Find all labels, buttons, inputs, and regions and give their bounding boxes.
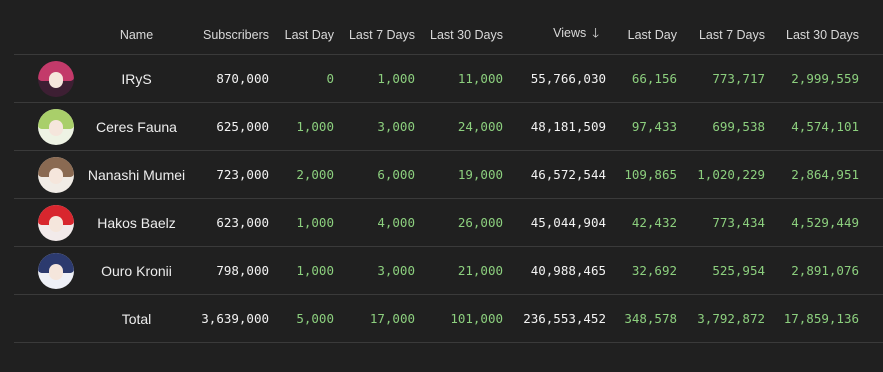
channel-name[interactable]: Ceres Fauna xyxy=(74,102,199,151)
total-row: Total 3,639,000 5,000 17,000 101,000 236… xyxy=(14,294,883,343)
views-last-30-cell: 2,864,951 xyxy=(765,150,859,199)
header-sub-last-day[interactable]: Last Day xyxy=(269,16,334,55)
subscribers-cell: 723,000 xyxy=(199,150,269,199)
header-views-last-day[interactable]: Last Day xyxy=(606,16,677,55)
subscribers-cell: 625,000 xyxy=(199,102,269,151)
channel-name[interactable]: Ouro Kronii xyxy=(74,246,199,295)
table-row[interactable]: Ceres Fauna 625,000 1,000 3,000 24,000 48,181… xyxy=(14,102,883,151)
table-row[interactable]: Ouro Kronii 798,000 1,000 3,000 21,000 40,988… xyxy=(14,246,883,295)
avatar[interactable] xyxy=(38,252,74,289)
total-sub-30: 101,000 xyxy=(415,294,503,343)
table-row[interactable]: Hakos Baelz 623,000 1,000 4,000 26,000 45,044… xyxy=(14,198,883,247)
total-sub-day: 5,000 xyxy=(269,294,334,343)
subscribers-cell: 870,000 xyxy=(199,54,269,103)
sub-last-7-cell: 1,000 xyxy=(334,54,415,103)
sub-last-day-cell: 0 xyxy=(269,54,334,103)
header-views[interactable]: Views 🡓 xyxy=(503,16,606,55)
views-last-7-cell: 1,020,229 xyxy=(677,150,765,199)
views-cell: 48,181,509 xyxy=(503,102,606,151)
views-last-7-cell: 773,434 xyxy=(677,198,765,247)
header-sub-last-7[interactable]: Last 7 Days xyxy=(334,16,415,55)
header-subscribers[interactable]: Subscribers xyxy=(199,16,269,55)
sub-last-day-cell: 1,000 xyxy=(269,246,334,295)
sub-last-day-cell: 2,000 xyxy=(269,150,334,199)
channel-name[interactable]: IRyS xyxy=(74,54,199,103)
avatar[interactable] xyxy=(38,108,74,145)
views-last-day-cell: 109,865 xyxy=(606,150,677,199)
sub-last-30-cell: 11,000 xyxy=(415,54,503,103)
table-row[interactable]: IRyS 870,000 0 1,000 11,000 55,766,030 66,156 7… xyxy=(14,54,883,103)
views-last-30-cell: 2,891,076 xyxy=(765,246,859,295)
avatar-header xyxy=(14,16,74,55)
views-cell: 40,988,465 xyxy=(503,246,606,295)
views-last-7-cell: 699,538 xyxy=(677,102,765,151)
total-views-7: 3,792,872 xyxy=(677,294,765,343)
views-cell: 45,044,904 xyxy=(503,198,606,247)
total-views-day: 348,578 xyxy=(606,294,677,343)
views-last-day-cell: 32,692 xyxy=(606,246,677,295)
channel-name[interactable]: Hakos Baelz xyxy=(74,198,199,247)
avatar[interactable] xyxy=(38,204,74,241)
header-views-label: Views xyxy=(553,26,587,40)
sub-last-7-cell: 4,000 xyxy=(334,198,415,247)
total-label: Total xyxy=(74,294,199,343)
views-last-day-cell: 97,433 xyxy=(606,102,677,151)
views-last-7-cell: 525,954 xyxy=(677,246,765,295)
sub-last-30-cell: 26,000 xyxy=(415,198,503,247)
avatar[interactable] xyxy=(38,156,74,193)
views-last-30-cell: 2,999,559 xyxy=(765,54,859,103)
views-last-day-cell: 42,432 xyxy=(606,198,677,247)
views-cell: 46,572,544 xyxy=(503,150,606,199)
subscribers-cell: 623,000 xyxy=(199,198,269,247)
header-views-last-30[interactable]: Last 30 Days xyxy=(765,16,859,55)
subscribers-cell: 798,000 xyxy=(199,246,269,295)
header-sub-last-30[interactable]: Last 30 Days xyxy=(415,16,503,55)
stats-table: Name Subscribers Last Day Last 7 Days La… xyxy=(14,16,883,343)
header-row: Name Subscribers Last Day Last 7 Days La… xyxy=(14,16,883,55)
views-last-day-cell: 66,156 xyxy=(606,54,677,103)
sub-last-30-cell: 21,000 xyxy=(415,246,503,295)
arrow-down-icon: 🡓 xyxy=(592,25,599,40)
total-subscribers: 3,639,000 xyxy=(199,294,269,343)
sub-last-7-cell: 6,000 xyxy=(334,150,415,199)
total-views-30: 17,859,136 xyxy=(765,294,859,343)
views-last-30-cell: 4,529,449 xyxy=(765,198,859,247)
views-cell: 55,766,030 xyxy=(503,54,606,103)
views-last-30-cell: 4,574,101 xyxy=(765,102,859,151)
sub-last-7-cell: 3,000 xyxy=(334,102,415,151)
sub-last-day-cell: 1,000 xyxy=(269,102,334,151)
header-name[interactable]: Name xyxy=(74,16,199,55)
table-row[interactable]: Nanashi Mumei 723,000 2,000 6,000 19,000 46,5… xyxy=(14,150,883,199)
channel-name[interactable]: Nanashi Mumei xyxy=(74,150,199,199)
total-sub-7: 17,000 xyxy=(334,294,415,343)
header-views-last-7[interactable]: Last 7 Days xyxy=(677,16,765,55)
sub-last-day-cell: 1,000 xyxy=(269,198,334,247)
avatar[interactable] xyxy=(38,60,74,97)
sub-last-7-cell: 3,000 xyxy=(334,246,415,295)
sub-last-30-cell: 24,000 xyxy=(415,102,503,151)
total-views: 236,553,452 xyxy=(503,294,606,343)
sub-last-30-cell: 19,000 xyxy=(415,150,503,199)
views-last-7-cell: 773,717 xyxy=(677,54,765,103)
